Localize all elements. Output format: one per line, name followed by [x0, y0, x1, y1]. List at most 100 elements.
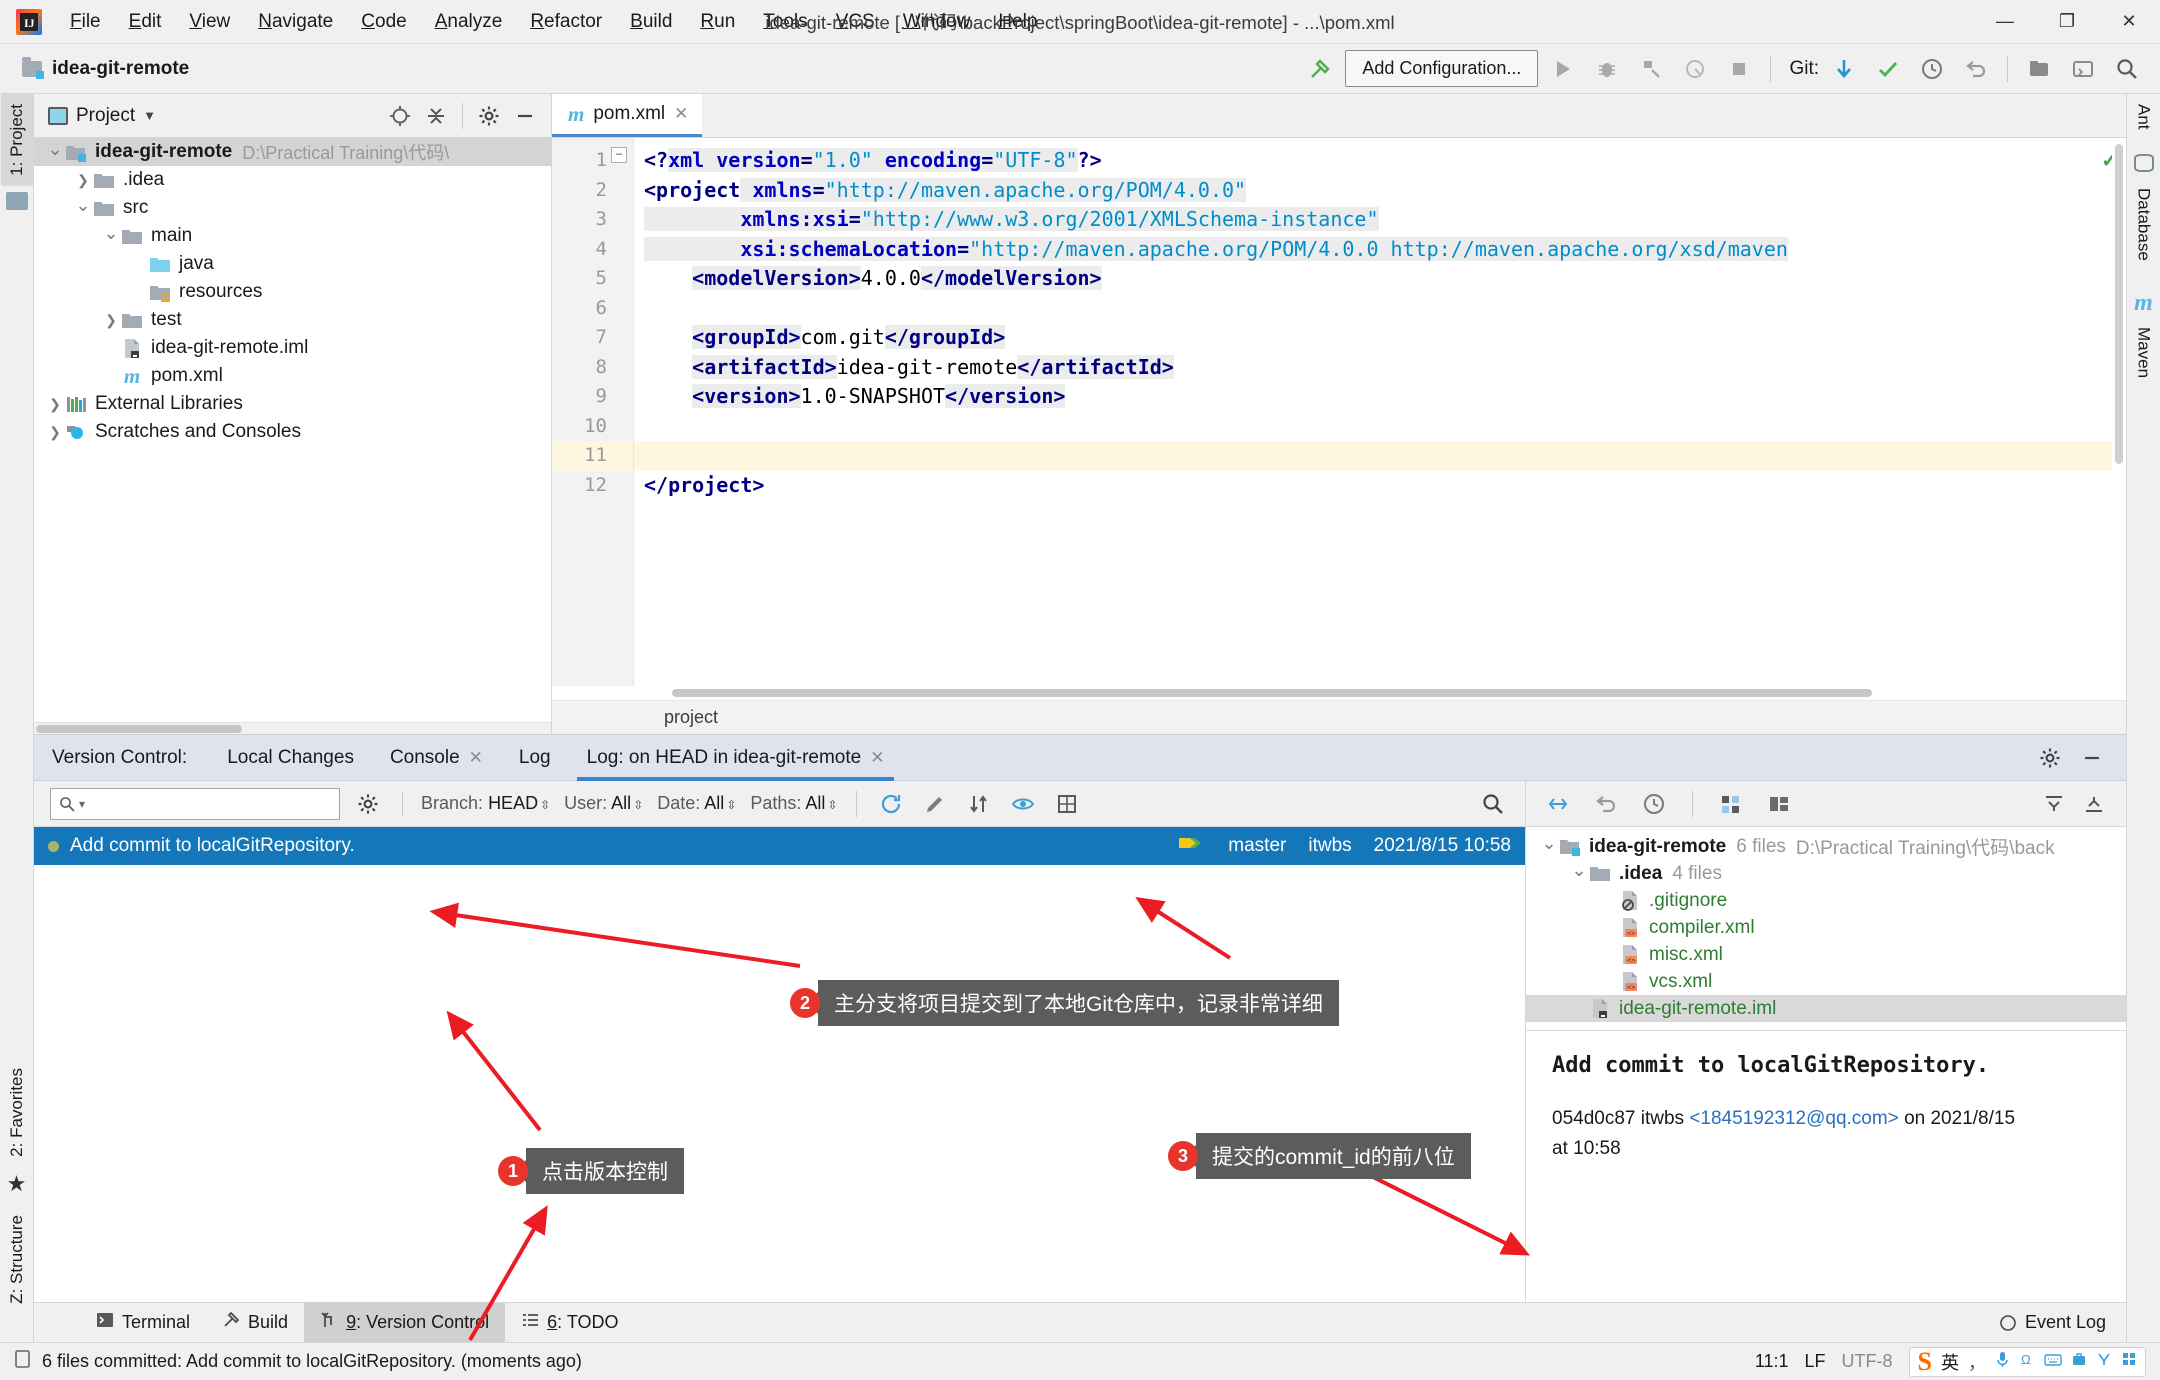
- microphone-icon[interactable]: [1995, 1350, 2010, 1373]
- menu-view[interactable]: View: [175, 5, 244, 39]
- hide-panel-icon[interactable]: [509, 100, 541, 132]
- close-icon[interactable]: ✕: [469, 748, 483, 768]
- log-filter-branch[interactable]: Branch: HEAD ⇳: [421, 793, 550, 814]
- highlight-icon[interactable]: [919, 788, 951, 820]
- chevron-down-icon[interactable]: ⌄: [1540, 833, 1558, 853]
- ime-punctuation-icon[interactable]: ，: [1968, 1349, 1986, 1375]
- revert-icon[interactable]: [1590, 788, 1622, 820]
- menu-navigate[interactable]: Navigate: [244, 5, 347, 39]
- group-by-directory-icon[interactable]: [1715, 788, 1747, 820]
- commit-list[interactable]: Add commit to localGitRepository. master i…: [34, 827, 1525, 865]
- gear-icon[interactable]: [473, 100, 505, 132]
- collapse-all-icon[interactable]: [2078, 788, 2110, 820]
- chevron-right-icon[interactable]: ❯: [74, 171, 92, 189]
- chevron-down-icon[interactable]: ⌄: [74, 195, 92, 215]
- menu-build[interactable]: Build: [616, 5, 686, 39]
- sogou-ime-icon[interactable]: S: [1918, 1347, 1932, 1377]
- keyboard-icon[interactable]: [2044, 1351, 2062, 1372]
- menu-edit[interactable]: Edit: [115, 5, 176, 39]
- ime-skin-icon[interactable]: [2096, 1351, 2112, 1372]
- breadcrumb-project[interactable]: idea-git-remote: [14, 54, 197, 84]
- maximize-button[interactable]: ❐: [2036, 0, 2098, 44]
- sidebar-item-database[interactable]: Database: [2128, 178, 2160, 271]
- tree-node-test[interactable]: ❯ test: [34, 306, 551, 334]
- run-button[interactable]: [1544, 51, 1582, 87]
- tree-node-idea-git-remote[interactable]: ⌄ idea-git-remote D:\Practical Training\代码…: [34, 138, 551, 166]
- changed-file-row[interactable]: <> compiler.xml: [1526, 914, 2126, 941]
- commit-hash[interactable]: 054d0c87: [1552, 1108, 1635, 1129]
- scroll-from-source-icon[interactable]: [384, 100, 416, 132]
- log-filter-paths[interactable]: Paths: All ⇳: [750, 793, 837, 814]
- commit-email-link[interactable]: <1845192312@qq.com>: [1689, 1108, 1898, 1129]
- changed-file-row[interactable]: ⌄ idea-git-remote 6 files D:\Practical Trai…: [1526, 833, 2126, 860]
- menu-refactor[interactable]: Refactor: [516, 5, 616, 39]
- menu-run[interactable]: Run: [686, 5, 749, 39]
- vc-tab-local-changes[interactable]: Local Changes: [209, 735, 372, 781]
- close-button[interactable]: ✕: [2098, 0, 2160, 44]
- chevron-down-icon[interactable]: ⌄: [1570, 860, 1588, 880]
- chevron-right-icon[interactable]: ❯: [102, 311, 120, 329]
- changed-file-row[interactable]: idea-git-remote.iml: [1526, 995, 2126, 1022]
- file-encoding[interactable]: UTF-8: [1842, 1351, 1893, 1372]
- tree-node-src[interactable]: ⌄ src: [34, 194, 551, 222]
- tool-window-tab-build[interactable]: Build: [206, 1303, 304, 1343]
- revert-undo-icon[interactable]: [1957, 51, 1995, 87]
- vc-tab-console[interactable]: Console ✕: [372, 735, 501, 781]
- layout-icon[interactable]: [1763, 788, 1795, 820]
- log-search-input[interactable]: ▾: [50, 787, 340, 820]
- show-graph-icon[interactable]: [1051, 788, 1083, 820]
- commit-row[interactable]: Add commit to localGitRepository. master i…: [34, 827, 1525, 865]
- chevron-down-icon[interactable]: ⌄: [46, 139, 64, 159]
- sidebar-item-maven[interactable]: Maven: [2128, 317, 2160, 388]
- commit-check-icon[interactable]: [1869, 51, 1907, 87]
- tree-node-java[interactable]: java: [34, 250, 551, 278]
- close-icon[interactable]: ✕: [674, 104, 688, 124]
- search-everywhere-icon[interactable]: [2108, 51, 2146, 87]
- tree-node-resources[interactable]: resources: [34, 278, 551, 306]
- vc-tab-log[interactable]: Log: [501, 735, 569, 781]
- log-filter-date[interactable]: Date: All ⇳: [657, 793, 736, 814]
- omega-symbol-icon[interactable]: Ω: [2019, 1351, 2035, 1372]
- changed-file-row[interactable]: ⌄ .idea 4 files: [1526, 860, 2126, 887]
- chevron-down-icon[interactable]: ▾: [79, 797, 85, 811]
- changed-files-tree[interactable]: ⌄ idea-git-remote 6 files D:\Practical Trai…: [1526, 827, 2126, 1022]
- changed-file-row[interactable]: <> misc.xml: [1526, 941, 2126, 968]
- refresh-icon[interactable]: [875, 788, 907, 820]
- stop-button[interactable]: [1720, 51, 1758, 87]
- run-configuration-selector[interactable]: Add Configuration...: [1345, 50, 1539, 87]
- collapse-all-icon[interactable]: [420, 100, 452, 132]
- changed-file-row[interactable]: <> vcs.xml: [1526, 968, 2126, 995]
- project-tree-hscrollbar[interactable]: [34, 722, 551, 734]
- editor-hscrollbar[interactable]: [552, 686, 2126, 700]
- tree-node-main[interactable]: ⌄ main: [34, 222, 551, 250]
- sidebar-item-structure[interactable]: Z: Structure: [1, 1205, 33, 1314]
- build-hammer-icon[interactable]: [1301, 51, 1339, 87]
- gear-icon[interactable]: [352, 788, 384, 820]
- debug-button[interactable]: [1588, 51, 1626, 87]
- history-clock-icon[interactable]: [1913, 51, 1951, 87]
- tree-node-pom-xml[interactable]: m pom.xml: [34, 362, 551, 390]
- ime-language[interactable]: 英: [1941, 1349, 1959, 1375]
- tool-window-tab-6-todo[interactable]: 6: TODO: [505, 1303, 634, 1343]
- chevron-right-icon[interactable]: ❯: [46, 423, 64, 441]
- caret-position[interactable]: 11:1: [1755, 1351, 1789, 1372]
- chevron-down-icon[interactable]: ▼: [143, 108, 156, 123]
- vc-tab-log-on-head-in-idea-git-remote[interactable]: Log: on HEAD in idea-git-remote ✕: [569, 735, 903, 781]
- expand-all-icon[interactable]: [2038, 788, 2070, 820]
- tool-window-tab-9-version-control[interactable]: 9: Version Control: [304, 1302, 506, 1343]
- ime-more-icon[interactable]: [2121, 1351, 2137, 1372]
- log-filter-user[interactable]: User: All ⇳: [564, 793, 643, 814]
- tree-node-external-libraries[interactable]: ❯ External Libraries: [34, 390, 551, 418]
- sidebar-item-ant[interactable]: Ant: [2128, 94, 2160, 140]
- ime-tray[interactable]: S 英 ， Ω: [1908, 1346, 2146, 1377]
- expand-collapse-icon[interactable]: [1542, 788, 1574, 820]
- chevron-down-icon[interactable]: ⌄: [102, 223, 120, 243]
- sidebar-item-project[interactable]: 1: Project: [0, 94, 33, 186]
- chevron-updown-icon[interactable]: ⇳: [633, 798, 643, 812]
- tree-node--idea[interactable]: ❯ .idea: [34, 166, 551, 194]
- menu-help[interactable]: Help: [984, 5, 1051, 39]
- chevron-updown-icon[interactable]: ⇳: [726, 798, 736, 812]
- tab-pom-xml[interactable]: m pom.xml ✕: [552, 94, 703, 137]
- menu-tools[interactable]: Tools: [749, 5, 821, 39]
- menu-analyze[interactable]: Analyze: [421, 5, 517, 39]
